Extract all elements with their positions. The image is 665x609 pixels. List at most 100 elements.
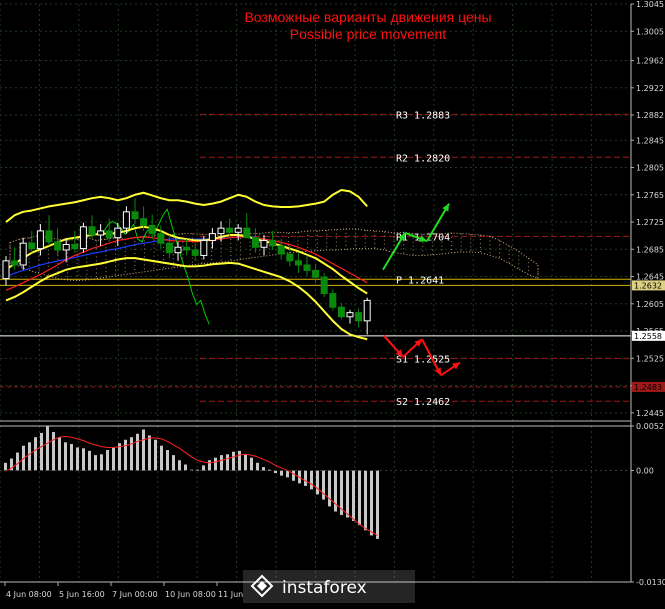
candle-body	[183, 246, 191, 251]
macd-histogram-bar	[328, 470, 331, 507]
candle-body	[303, 264, 311, 271]
time-tick-label: 10 Jun 08:00	[165, 590, 216, 599]
price-tick-label: 1.2445	[636, 409, 664, 418]
candle-body	[28, 242, 36, 250]
level-label-s2: S2 1.2462	[396, 397, 450, 408]
price-tick-label: 1.2805	[636, 164, 664, 173]
candle-body	[62, 244, 70, 251]
candle-body	[208, 233, 216, 241]
candle-body	[337, 306, 345, 318]
candle-body	[36, 230, 44, 250]
price-tick-label: 1.2845	[636, 136, 664, 145]
macd-histogram-bar	[202, 465, 205, 471]
price-tick-label: 1.2765	[636, 191, 664, 200]
chart-title-ru: Возможные варианты движения цены	[244, 9, 491, 25]
price-tick-label: 1.2685	[636, 245, 664, 254]
macd-histogram-bar	[4, 462, 7, 471]
candle-body	[286, 253, 294, 262]
candle-body	[71, 244, 79, 250]
macd-histogram-bar	[220, 455, 223, 471]
macd-histogram-bar	[280, 470, 283, 476]
candle-body	[45, 230, 53, 243]
macd-histogram-bar	[58, 437, 61, 471]
macd-histogram-bar	[376, 470, 379, 539]
candle-body	[320, 276, 328, 295]
macd-histogram-bar	[214, 457, 217, 471]
candle-body	[363, 299, 371, 322]
macd-histogram-bar	[292, 470, 295, 481]
current-price-label: 1.2558	[634, 332, 662, 341]
macd-histogram-bar	[70, 444, 73, 471]
macd-histogram-bar	[94, 455, 97, 471]
macd-histogram-bar	[64, 442, 67, 471]
macd-histogram-bar	[226, 454, 229, 471]
price-chart: R3 1.2883R2 1.2820R1 1.2704P 1.2641S1 1.…	[0, 0, 665, 605]
macd-histogram-bar	[364, 470, 367, 531]
candle-body	[243, 227, 251, 239]
chart-container: R3 1.2883R2 1.2820R1 1.2704P 1.2641S1 1.…	[0, 0, 665, 605]
level-label-r3: R3 1.2883	[396, 110, 450, 121]
macd-histogram-bar	[154, 439, 157, 471]
macd-histogram-bar	[160, 445, 163, 471]
macd-histogram-bar	[256, 462, 259, 471]
macd-histogram-bar	[244, 454, 247, 471]
candle-body	[234, 227, 242, 233]
macd-histogram-bar	[40, 432, 43, 471]
macd-histogram-bar	[166, 450, 169, 471]
macd-tick-label: -0.01305	[636, 578, 665, 587]
macd-histogram-bar	[88, 450, 91, 471]
macd-histogram-bar	[82, 448, 85, 471]
candle-body	[294, 260, 302, 266]
price-tick-label: 1.2645	[636, 273, 664, 282]
candle-body	[191, 249, 199, 256]
price-tick-label: 1.2962	[636, 57, 664, 66]
macd-histogram-bar	[142, 429, 145, 471]
time-tick-label: 7 Jun 00:00	[112, 590, 158, 599]
macd-histogram-bar	[100, 454, 103, 471]
time-tick-label: 11 Jun	[218, 590, 243, 599]
instaforex-logo: instaforex	[243, 570, 415, 603]
candle-body	[329, 293, 337, 308]
level-label-p: P 1.2641	[396, 275, 444, 286]
macd-histogram-bar	[184, 464, 187, 471]
candle-body	[88, 226, 96, 236]
price-tick-label: 1.2605	[636, 300, 664, 309]
macd-histogram-bar	[250, 457, 253, 471]
candle-body	[122, 211, 130, 229]
macd-histogram-bar	[16, 452, 19, 471]
macd-histogram-bar	[178, 460, 181, 471]
candle-body	[269, 239, 277, 247]
macd-histogram-bar	[262, 467, 265, 471]
candle-body	[165, 242, 173, 254]
time-tick-label: 5 Jun 16:00	[59, 590, 105, 599]
candle-body	[140, 218, 148, 226]
macd-histogram-bar	[52, 432, 55, 471]
candle-body	[174, 246, 182, 254]
candle-body	[226, 227, 234, 233]
candle-body	[19, 242, 27, 266]
macd-histogram-bar	[136, 433, 139, 471]
current-price-label: 1.2483	[634, 383, 662, 392]
candle-body	[217, 227, 225, 235]
macd-tick-label: 0.00	[636, 467, 654, 476]
macd-histogram-bar	[232, 451, 235, 471]
candle-body	[157, 233, 165, 244]
macd-histogram-bar	[106, 450, 109, 471]
macd-histogram-bar	[208, 460, 211, 471]
macd-histogram-bar	[28, 442, 31, 471]
macd-histogram-bar	[118, 443, 121, 471]
candle-body	[79, 226, 87, 250]
price-tick-label: 1.3045	[636, 0, 664, 9]
macd-histogram-bar	[358, 470, 361, 526]
candle-body	[97, 230, 105, 236]
price-tick-label: 1.3005	[636, 27, 664, 36]
candle-body	[148, 224, 156, 235]
macd-histogram-bar	[46, 426, 49, 471]
macd-histogram-bar	[130, 437, 133, 471]
current-price-label: 1.2632	[634, 281, 662, 290]
candle-body	[114, 227, 122, 239]
instaforex-logo-text: instaforex	[282, 578, 367, 598]
macd-histogram-bar	[238, 450, 241, 471]
time-tick-label: 4 Jun 08:00	[6, 590, 52, 599]
candle-body	[200, 239, 208, 256]
